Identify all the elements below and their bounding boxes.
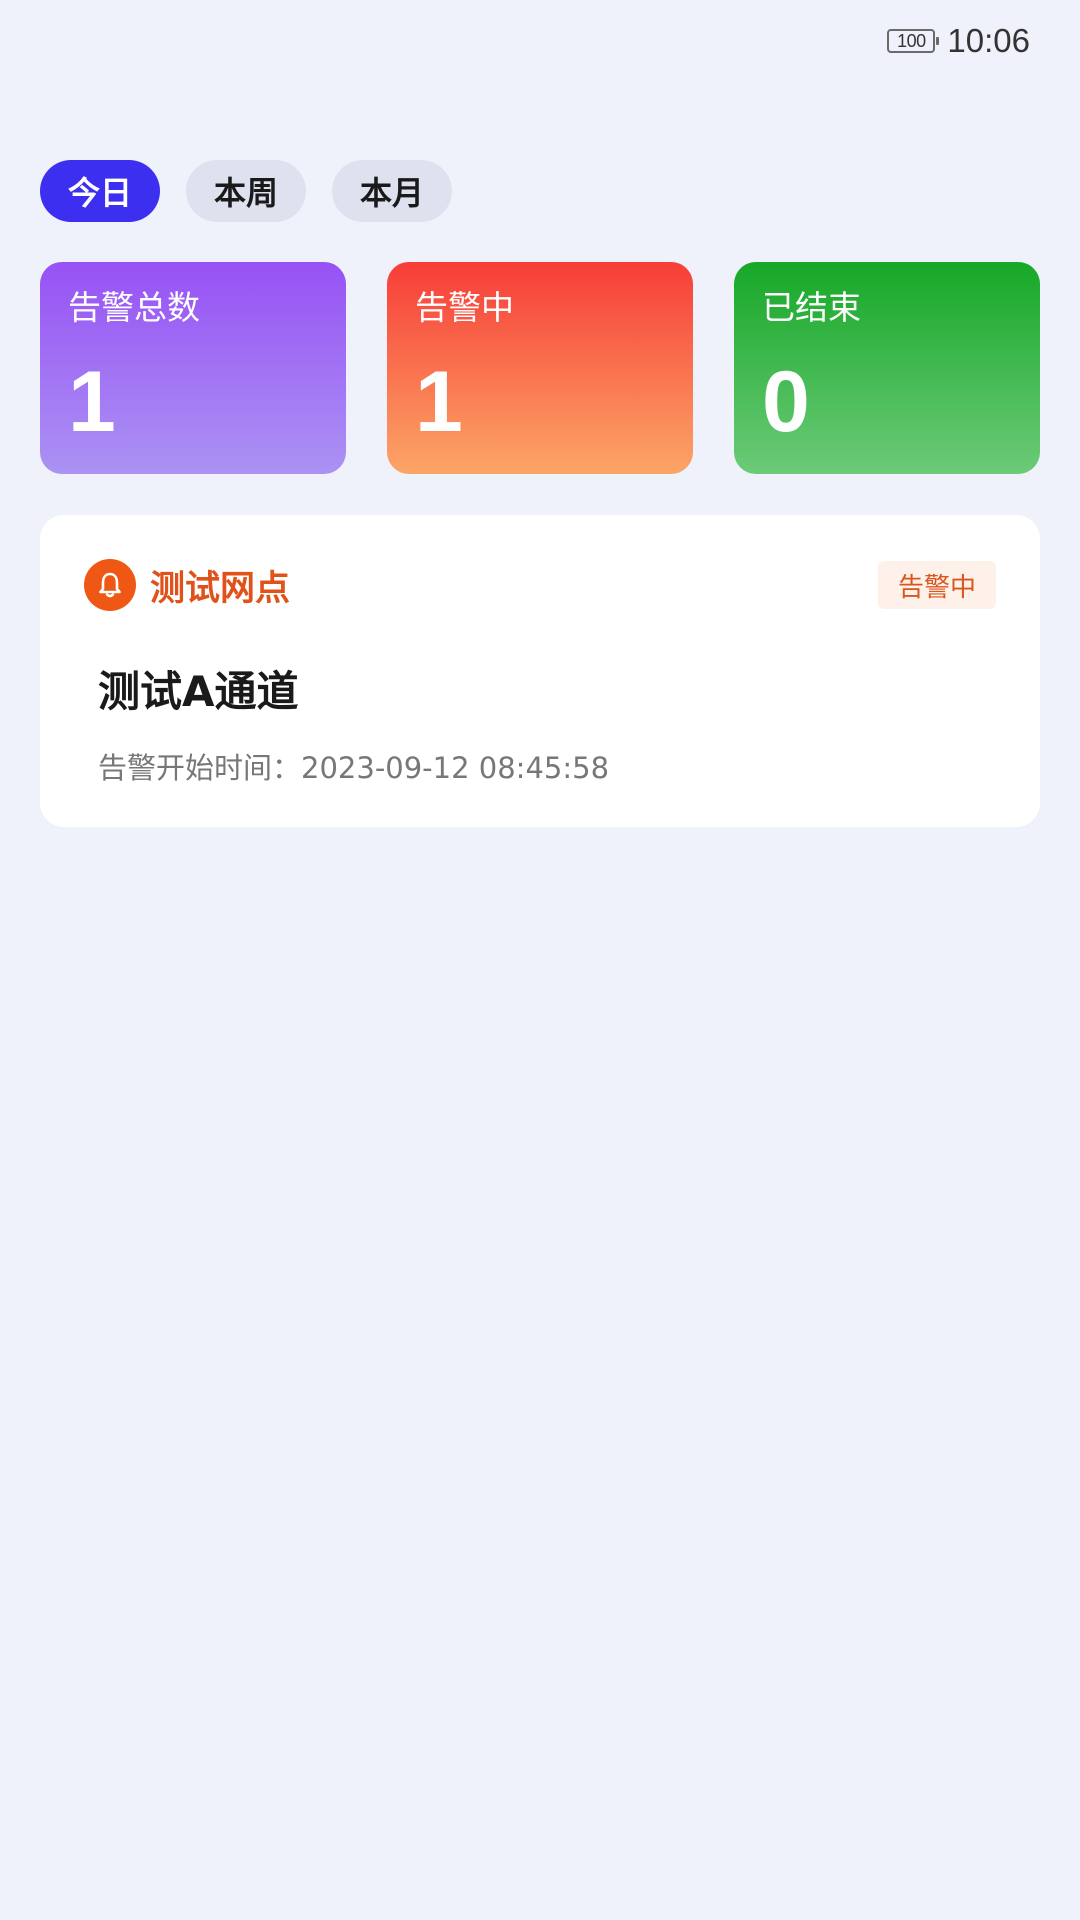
active-alarms-label: 告警中 <box>415 288 514 327</box>
alarm-card[interactable]: 测试网点 告警中 测试A通道 告警开始时间：2023-09-12 08:45:5… <box>40 515 1040 827</box>
clock: 10:06 <box>947 22 1030 59</box>
ended-alarms-label: 已结束 <box>762 288 861 327</box>
total-alarms-label: 告警总数 <box>68 288 200 327</box>
active-alarms-value: 1 <box>415 354 463 450</box>
status-bar: 100 10:06 <box>887 18 1030 64</box>
ended-alarms-card[interactable]: 已结束 0 <box>734 262 1040 474</box>
stat-cards: 告警总数 1 告警中 1 已结束 0 <box>40 262 1040 474</box>
start-time-label: 告警开始时间： <box>98 751 302 785</box>
ended-alarms-value: 0 <box>762 354 810 450</box>
total-alarms-card[interactable]: 告警总数 1 <box>40 262 346 474</box>
start-time-value: 2023-09-12 08:45:58 <box>301 751 610 785</box>
channel-title: 测试A通道 <box>98 667 299 716</box>
bell-icon <box>84 559 136 611</box>
total-alarms-value: 1 <box>68 354 116 450</box>
period-tabs: 今日 本周 本月 <box>40 160 452 222</box>
tab-this-month[interactable]: 本月 <box>332 160 452 222</box>
site-name: 测试网点 <box>150 568 291 609</box>
start-time: 告警开始时间：2023-09-12 08:45:58 <box>98 745 609 787</box>
status-badge: 告警中 <box>877 561 996 609</box>
tab-this-week[interactable]: 本周 <box>186 160 306 222</box>
battery-icon: 100 <box>887 29 940 53</box>
site-row: 测试网点 <box>84 559 290 611</box>
tab-today[interactable]: 今日 <box>40 160 160 222</box>
battery-level: 100 <box>897 30 926 51</box>
active-alarms-card[interactable]: 告警中 1 <box>387 262 693 474</box>
